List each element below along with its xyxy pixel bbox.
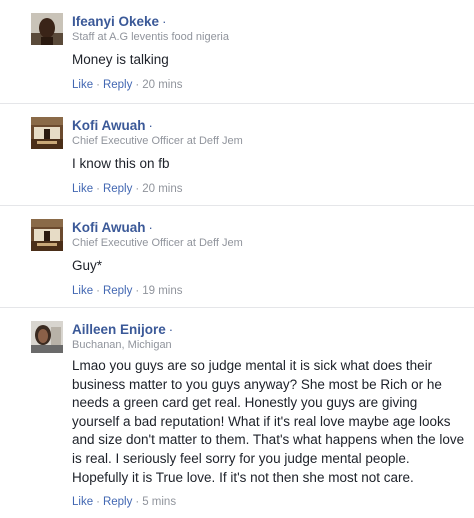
reply-link[interactable]: Reply [103, 183, 132, 195]
reply-link[interactable]: Reply [103, 79, 132, 91]
comment-text: Guy* [72, 258, 103, 273]
timestamp[interactable]: 19 mins [142, 285, 182, 297]
like-link[interactable]: Like [72, 496, 93, 508]
action-separator: · [135, 496, 140, 509]
profile-photo-desk-icon [31, 219, 63, 251]
author-name[interactable]: Ailleen Enijore [72, 322, 166, 337]
action-separator: · [135, 285, 140, 297]
author-title: Staff at A.G leventis food nigeria [72, 31, 229, 43]
avatar[interactable] [31, 321, 63, 353]
like-link[interactable]: Like [72, 183, 93, 195]
comment-actions: Like · Reply · 5 mins [72, 496, 466, 508]
avatar[interactable] [31, 13, 63, 45]
comment-actions: Like · Reply · 20 mins [72, 183, 466, 195]
author-title: Buchanan, Michigan [72, 339, 172, 351]
like-link[interactable]: Like [72, 79, 93, 91]
name-dot: · [148, 118, 153, 133]
name-dot: · [148, 220, 153, 235]
name-dot: · [162, 14, 167, 29]
comment-text: I know this on fb [72, 156, 170, 171]
comment: Kofi Awuah · Chief Executive Officer at D… [0, 104, 474, 206]
author-title: Chief Executive Officer at Deff Jem [72, 135, 243, 147]
profile-photo-woman-icon [31, 321, 63, 353]
timestamp[interactable]: 20 mins [142, 183, 182, 195]
like-link[interactable]: Like [72, 285, 93, 297]
reply-link[interactable]: Reply [103, 496, 132, 508]
comment: Ifeanyi Okeke · Staff at A.G leventis foo… [0, 0, 474, 104]
comment-text: Money is talking [72, 52, 169, 67]
name-dot: · [168, 322, 174, 337]
comment: Kofi Awuah · Chief Executive Officer at D… [0, 206, 474, 308]
comment: Ailleen Enijore · Buchanan, Michigan Lmao… [0, 308, 474, 518]
timestamp[interactable]: 20 mins [142, 79, 182, 91]
avatar[interactable] [31, 219, 63, 251]
comment-text: Lmao you guys are so judge mental it is … [72, 358, 465, 485]
reply-link[interactable]: Reply [103, 285, 132, 297]
action-separator: · [96, 79, 100, 91]
author-name[interactable]: Kofi Awuah [72, 118, 146, 133]
action-separator: · [135, 183, 140, 195]
action-separator: · [96, 183, 100, 195]
author-name[interactable]: Kofi Awuah [72, 220, 146, 235]
action-separator: · [135, 79, 140, 91]
comment-thread: Ifeanyi Okeke · Staff at A.G leventis foo… [0, 0, 474, 518]
avatar[interactable] [31, 117, 63, 149]
profile-photo-desk-icon [31, 117, 63, 149]
comment-actions: Like · Reply · 20 mins [72, 79, 466, 91]
timestamp[interactable]: 5 mins [142, 496, 176, 508]
action-separator: · [96, 285, 100, 297]
action-separator: · [96, 496, 100, 509]
author-title: Chief Executive Officer at Deff Jem [72, 237, 243, 249]
author-name[interactable]: Ifeanyi Okeke [72, 14, 159, 29]
comment-actions: Like · Reply · 19 mins [72, 285, 466, 297]
profile-photo-man-icon [31, 13, 63, 45]
